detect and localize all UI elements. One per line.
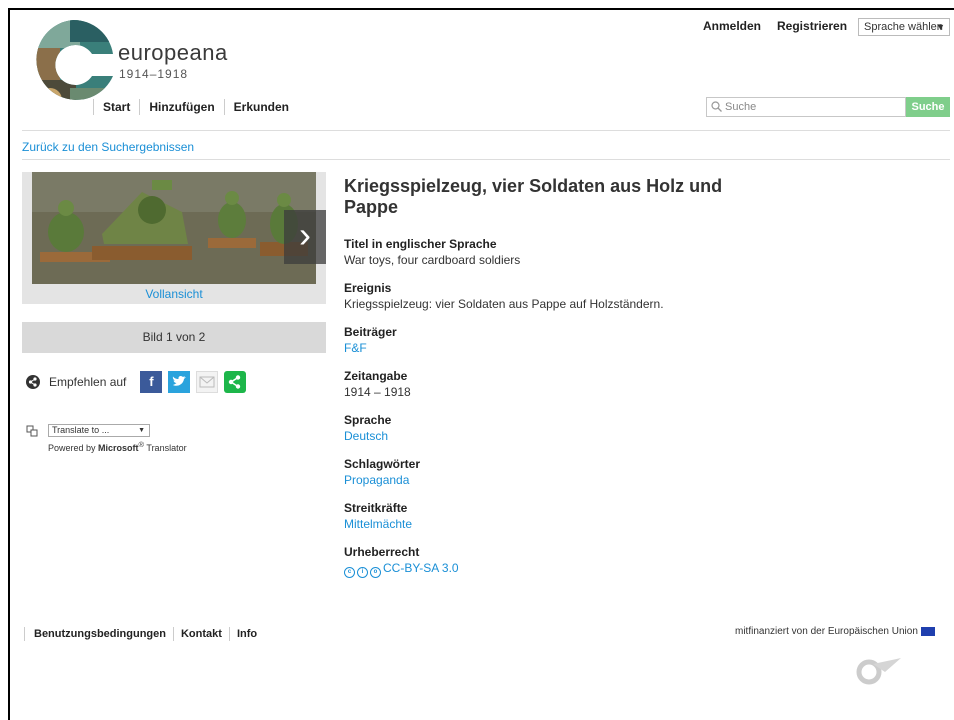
field-value: Kriegsspielzeug: vier Soldaten aus Pappe… (344, 297, 664, 311)
field-label: Streitkräfte (344, 501, 408, 515)
forces-link[interactable]: Mittelmächte (344, 516, 744, 533)
cc-by-icon: i (357, 567, 368, 578)
image-viewer: › Vollansicht (22, 172, 326, 304)
logo-years: 1914–1918 (119, 67, 189, 81)
nav-erkunden[interactable]: Erkunden (223, 99, 298, 115)
share-icon (26, 375, 40, 389)
subheader-divider (22, 159, 950, 160)
facebook-icon[interactable]: f (140, 371, 163, 393)
eu-funding-text: mitfinanziert von der Europäischen Union (735, 626, 918, 637)
search-icon (711, 101, 722, 112)
field-date: Zeitangabe 1914 – 1918 (344, 369, 744, 401)
register-link[interactable]: Registrieren (777, 19, 847, 33)
main-nav: Start Hinzufügen Erkunden (93, 99, 298, 115)
chevron-down-icon: ▼ (138, 427, 145, 434)
license-link[interactable]: c i o CC-BY-SA 3.0 (344, 560, 744, 578)
field-label: Titel in englischer Sprache (344, 237, 497, 251)
field-copyright: Urheberrecht c i o CC-BY-SA 3.0 (344, 545, 744, 578)
translate-select[interactable]: Translate to ... ▼ (48, 424, 150, 437)
license-text: CC-BY-SA 3.0 (383, 561, 459, 575)
twitter-icon[interactable] (168, 371, 191, 393)
field-event: Ereignis Kriegsspielzeug: vier Soldaten … (344, 281, 744, 313)
search-placeholder: Suche (725, 101, 757, 113)
field-label: Schlagwörter (344, 457, 421, 471)
auth-links: Anmelden Registrieren (703, 19, 847, 33)
field-label: Urheberrecht (344, 545, 420, 559)
europeana-mark-icon (856, 658, 901, 685)
field-value: War toys, four cardboard soldiers (344, 253, 521, 267)
keyword-link[interactable]: Propaganda (344, 472, 744, 489)
field-title-english: Titel in englischer Sprache War toys, fo… (344, 237, 744, 269)
translate-icon (26, 425, 38, 437)
field-label: Zeitangabe (344, 369, 408, 383)
footer-contact-link[interactable]: Kontakt (172, 627, 229, 641)
search-button[interactable]: Suche (906, 97, 950, 117)
nav-hinzufuegen[interactable]: Hinzufügen (139, 99, 223, 115)
logo-wordmark: europeana (118, 40, 228, 65)
eu-flag-icon (920, 627, 935, 636)
language-link[interactable]: Deutsch (344, 428, 744, 445)
chevron-right-icon: › (299, 214, 311, 255)
item-photo[interactable] (32, 172, 316, 284)
share-bar: Empfehlen auf f (26, 371, 247, 393)
contributor-link[interactable]: F&F (344, 340, 744, 357)
language-select-value: Sprache wählen (864, 21, 943, 33)
language-select[interactable]: Sprache wählen ▼ (858, 18, 950, 36)
field-label: Sprache (344, 413, 392, 427)
image-counter: Bild 1 von 2 (22, 322, 326, 353)
header-divider (22, 130, 950, 131)
back-to-results-link[interactable]: Zurück zu den Suchergebnissen (22, 140, 194, 154)
footer-nav: Benutzungsbedingungen Kontakt Info (24, 627, 264, 641)
email-icon[interactable] (196, 371, 219, 393)
footer-info-link[interactable]: Info (228, 627, 264, 641)
translate-select-value: Translate to ... (52, 425, 110, 435)
footer-terms-link[interactable]: Benutzungsbedingungen (24, 627, 173, 641)
field-forces: Streitkräfte Mittelmächte (344, 501, 744, 533)
facebook-glyph: f (149, 374, 154, 389)
item-title: Kriegsspielzeug, vier Soldaten aus Holz … (344, 176, 723, 217)
toy-soldiers-image (32, 172, 316, 284)
fullview-link[interactable]: Vollansicht (22, 287, 326, 301)
search-input[interactable]: Suche (706, 97, 906, 117)
field-keywords: Schlagwörter Propaganda (344, 457, 744, 489)
field-contributor: Beiträger F&F (344, 325, 744, 357)
share-label: Empfehlen auf (49, 375, 127, 389)
powered-by-text: Powered by Microsoft® Translator (48, 440, 187, 453)
field-value: 1914 – 1918 (344, 385, 411, 399)
next-image-button[interactable]: › (284, 210, 326, 264)
cc-sa-icon: o (370, 567, 381, 578)
field-language: Sprache Deutsch (344, 413, 744, 445)
chevron-down-icon: ▼ (936, 22, 945, 32)
field-label: Beiträger (344, 325, 397, 339)
login-link[interactable]: Anmelden (703, 19, 761, 33)
field-label: Ereignis (344, 281, 392, 295)
nav-start[interactable]: Start (93, 99, 139, 115)
eu-funding-note: mitfinanziert von der Europäischen Union (735, 626, 935, 637)
cc-icon: c (344, 567, 355, 578)
share-more-icon[interactable] (224, 371, 247, 393)
